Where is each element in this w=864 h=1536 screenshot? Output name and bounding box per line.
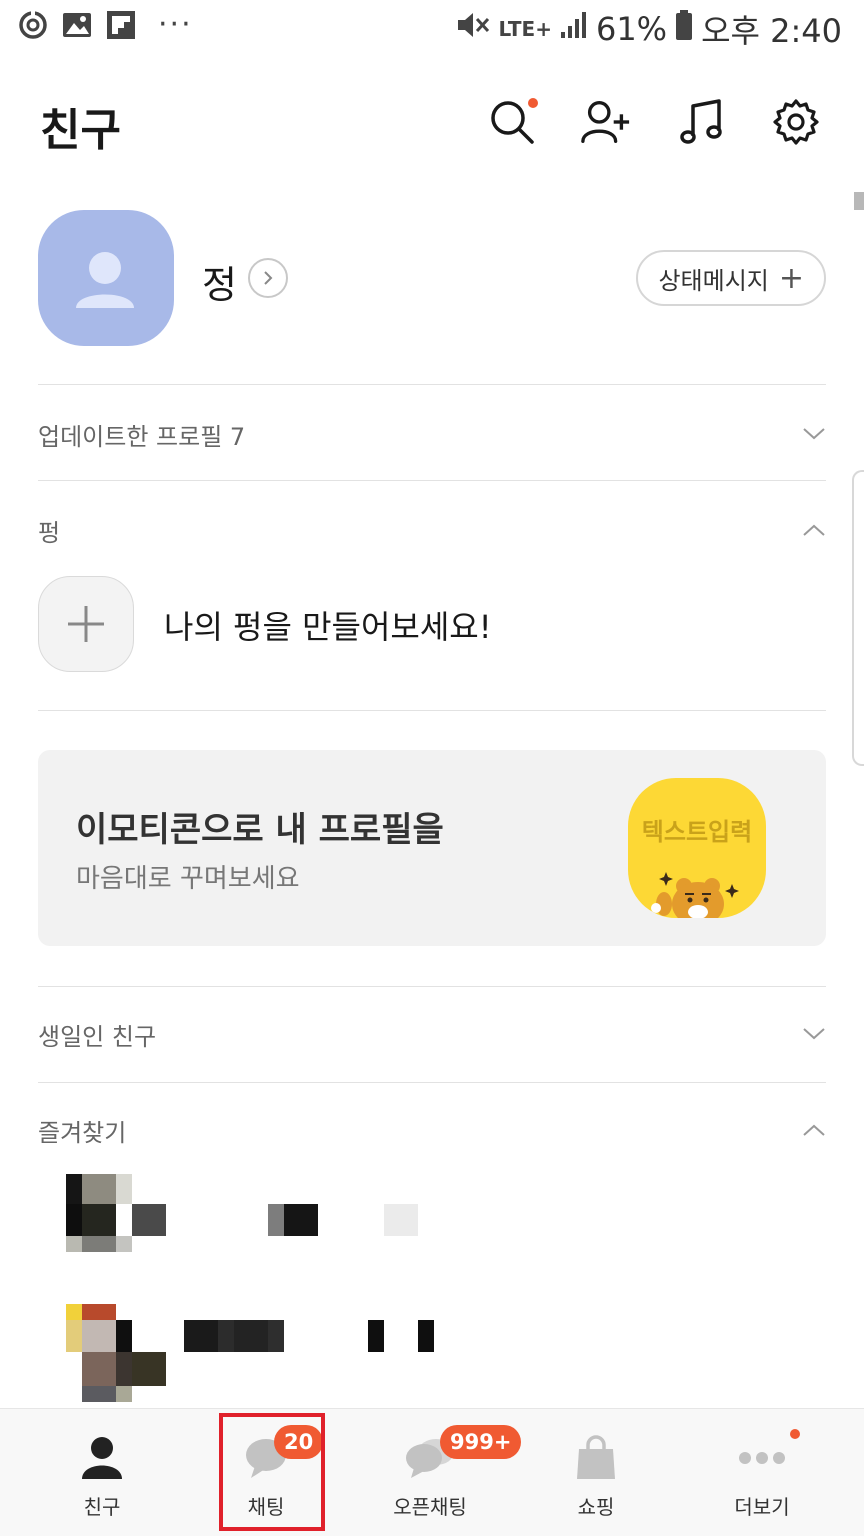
person-icon [72,1433,132,1483]
signal-icon [560,10,588,48]
sync-icon [18,10,48,40]
emoticon-preview: 텍스트입력 [628,778,766,918]
new-dot [790,1429,800,1439]
tab-open-chat[interactable]: 999+ 오픈채팅 [344,1409,522,1536]
tab-friends[interactable]: 친구 [16,1409,188,1536]
new-dot [528,98,538,108]
page-title: 친구 [40,105,121,156]
section-label: 업데이트한 프로필 7 [38,422,246,451]
chevron-up-icon [803,524,825,536]
plus-icon: + [778,260,804,296]
music-button[interactable] [676,96,728,148]
network-type: LTE+ [498,17,552,41]
section-label: 즐겨찾기 [38,1118,127,1147]
divider [38,480,826,481]
chevron-down-icon [803,428,825,440]
section-label: 생일인 친구 [38,1022,157,1051]
divider [38,1082,826,1083]
tab-more[interactable]: 더보기 [676,1409,848,1536]
status-message-button[interactable]: 상태메시지 + [636,250,826,306]
scrollbar[interactable] [854,192,864,210]
list-item[interactable] [38,1300,826,1402]
divider [38,384,826,385]
tab-label: 쇼핑 [577,1495,615,1519]
divider [38,986,826,987]
pung-prompt[interactable]: 나의 펑을 만들어보세요! [164,602,492,648]
banner-subtitle: 마음대로 꾸며보세요 [76,864,300,894]
mute-icon [456,10,490,48]
settings-button[interactable] [770,96,822,148]
ryan-character-icon [651,872,739,918]
tab-label: 오픈채팅 [393,1495,467,1519]
battery-percent: 61% [595,10,668,48]
list-item[interactable] [38,1170,826,1270]
status-bar: ··· LTE+ 61% 오후 2:40 [0,0,864,58]
default-avatar-icon [76,252,134,308]
shopping-bag-icon [566,1433,626,1483]
music-icon [680,99,722,144]
chevron-down-icon [803,1028,825,1040]
section-label: 펑 [38,518,61,547]
birthday-section[interactable]: 생일인 친구 [38,1004,826,1064]
battery-icon [675,9,693,49]
add-pung-button[interactable] [38,576,134,672]
tab-shopping[interactable]: 쇼핑 [510,1409,682,1536]
tab-label: 친구 [83,1495,121,1519]
flipboard-icon [106,10,136,40]
pung-section[interactable]: 펑 [38,500,826,560]
status-message-label: 상태메시지 [658,266,769,295]
add-friend-icon [581,101,630,143]
search-button[interactable] [486,96,538,148]
clock: 오후 2:40 [701,12,842,50]
more-icon [732,1433,792,1483]
edge-panel-handle[interactable] [852,470,864,766]
divider [38,710,826,711]
profile-detail-button[interactable] [248,258,288,298]
settings-icon [773,99,819,145]
my-profile[interactable]: 정 상태메시지 + [38,210,826,346]
emoticon-banner[interactable]: 이모티콘으로 내 프로필을 마음대로 꾸며보세요 텍스트입력 [38,750,826,946]
add-friend-button[interactable] [580,96,632,148]
avatar[interactable] [38,210,174,346]
tab-label: 더보기 [734,1495,790,1519]
chevron-right-icon [264,271,273,285]
more-notifications-icon: ··· [158,7,193,42]
friends-header: 친구 [0,80,864,170]
banner-title: 이모티콘으로 내 프로필을 [76,810,444,850]
gallery-icon [62,10,92,40]
plus-icon [68,606,104,642]
updated-profiles-section[interactable]: 업데이트한 프로필 7 [38,404,826,464]
highlight-box [219,1413,325,1531]
profile-name[interactable]: 정 [202,254,237,309]
favorites-section[interactable]: 즐겨찾기 [38,1100,826,1160]
bottom-nav: 친구 20 채팅 999+ 오픈채팅 쇼핑 더보기 [0,1408,864,1536]
chevron-up-icon [803,1124,825,1136]
